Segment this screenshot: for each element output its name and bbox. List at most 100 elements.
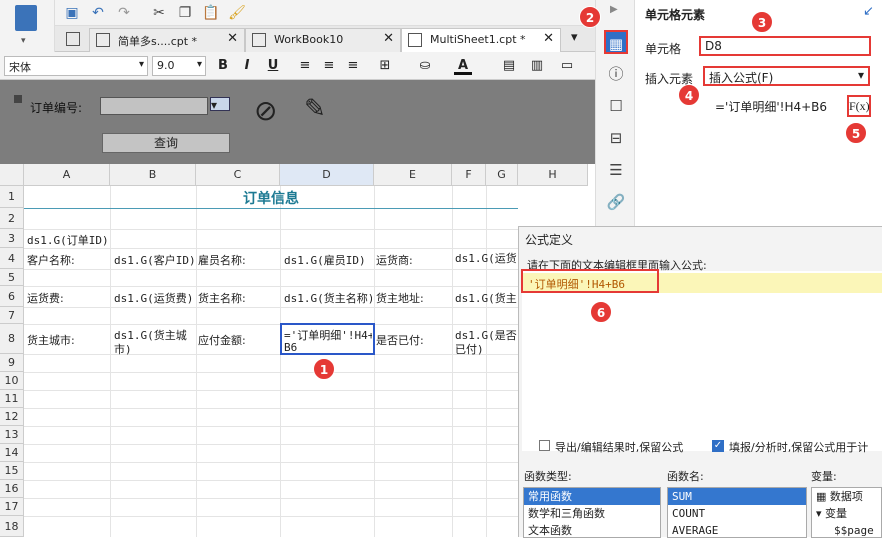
- row-header[interactable]: 7: [0, 307, 24, 324]
- row-header[interactable]: 12: [0, 408, 24, 426]
- condition-icon[interactable]: ☰: [604, 158, 628, 182]
- paste-icon[interactable]: 📋: [202, 4, 220, 22]
- fill-bucket-icon[interactable]: ⛀: [416, 57, 434, 75]
- cell-a3[interactable]: ds1.G(订单ID): [27, 232, 109, 248]
- row-header[interactable]: 13: [0, 426, 24, 444]
- row-header[interactable]: 3: [0, 229, 24, 248]
- order-number-input[interactable]: [100, 97, 208, 115]
- list-item[interactable]: AVERAGE: [668, 522, 806, 539]
- row-header[interactable]: 2: [0, 208, 24, 229]
- app-menu-icon[interactable]: [15, 5, 37, 31]
- column-header[interactable]: H: [518, 164, 588, 186]
- copy-icon[interactable]: ❐: [176, 4, 194, 22]
- row-header[interactable]: 18: [0, 516, 24, 537]
- cell-c8[interactable]: 应付金额:: [198, 332, 246, 348]
- column-header[interactable]: F: [452, 164, 486, 186]
- align-right-icon[interactable]: ≡: [344, 57, 362, 75]
- save-icon[interactable]: ▣: [63, 4, 81, 22]
- undo-icon[interactable]: ↶: [89, 4, 107, 22]
- list-item[interactable]: COUNT: [668, 505, 806, 522]
- app-menu-chevron-icon[interactable]: ▾: [21, 36, 26, 46]
- align-left-icon[interactable]: ≡: [296, 57, 314, 75]
- font-size-select[interactable]: 9.0 ▾: [152, 56, 206, 76]
- column-header[interactable]: E: [374, 164, 452, 186]
- column-header[interactable]: G: [486, 164, 518, 186]
- column-header[interactable]: B: [110, 164, 196, 186]
- row-header[interactable]: 10: [0, 372, 24, 390]
- align-center-icon[interactable]: ≡: [320, 57, 338, 75]
- merge-cells-icon[interactable]: ▤: [500, 57, 518, 75]
- wrap-icon[interactable]: ▭: [558, 57, 576, 75]
- cell-d4[interactable]: ds1.G(雇员ID): [284, 252, 372, 268]
- cell-attribute-icon[interactable]: ⓘ: [604, 62, 628, 86]
- row-header[interactable]: 6: [0, 286, 24, 307]
- italic-button[interactable]: I: [238, 57, 256, 75]
- border-style-icon[interactable]: ☐: [604, 94, 628, 118]
- formula-editor[interactable]: '订单明细'!H4+B6: [522, 271, 882, 451]
- variable-tree[interactable]: ▦ 数据项 ▾ 变量 $$page: [811, 487, 882, 538]
- cut-icon[interactable]: ✂: [150, 4, 168, 22]
- cell-b6[interactable]: ds1.G(运货费): [114, 290, 196, 306]
- tab-file-1[interactable]: 简单多s....cpt * ✕: [89, 28, 245, 52]
- cell-f8-line2[interactable]: 已付): [455, 341, 484, 357]
- tree-item-page[interactable]: $$page: [812, 522, 881, 539]
- close-icon[interactable]: ✕: [543, 31, 554, 46]
- hyperlink-icon[interactable]: 🔗: [604, 190, 628, 214]
- cell-f6[interactable]: ds1.G(货主: [455, 290, 517, 306]
- formula-field[interactable]: ='订单明细'!H4+B6: [711, 96, 846, 116]
- split-cells-icon[interactable]: ▥: [528, 57, 546, 75]
- fill-keep-formula-checkbox[interactable]: ✓: [712, 440, 724, 452]
- format-brush-icon[interactable]: 🖌: [228, 4, 246, 22]
- bold-button[interactable]: B: [214, 57, 232, 75]
- column-header[interactable]: C: [196, 164, 280, 186]
- border-icon[interactable]: ⊞: [376, 57, 394, 75]
- cell-e6[interactable]: 货主地址:: [376, 290, 424, 306]
- list-item[interactable]: 常用函数: [524, 488, 660, 505]
- row-header[interactable]: 1: [0, 186, 24, 208]
- formula-fx-button[interactable]: F(x): [847, 95, 871, 117]
- widget-icon[interactable]: ⊟: [604, 126, 628, 150]
- function-type-list[interactable]: 常用函数 数学和三角函数 文本函数: [523, 487, 661, 538]
- column-header[interactable]: A: [24, 164, 110, 186]
- tree-item-variable[interactable]: ▾ 变量: [812, 505, 881, 522]
- row-header[interactable]: 11: [0, 390, 24, 408]
- panel-collapse-icon[interactable]: ↙: [863, 4, 874, 19]
- cell-b8-line2[interactable]: 市): [114, 341, 132, 357]
- cell-b4[interactable]: ds1.G(客户ID): [114, 252, 196, 268]
- font-color-button[interactable]: A: [454, 57, 472, 75]
- cell-c6[interactable]: 货主名称:: [198, 290, 246, 306]
- list-item[interactable]: SUM: [668, 488, 806, 505]
- redo-icon[interactable]: ↷: [115, 4, 133, 22]
- insert-element-select[interactable]: 插入公式(F) ▾: [703, 66, 870, 86]
- resize-handle[interactable]: [14, 95, 22, 103]
- cell-d6[interactable]: ds1.G(货主名称): [284, 290, 372, 306]
- query-button[interactable]: 查询: [102, 133, 230, 153]
- cell-a6[interactable]: 运货费:: [27, 290, 64, 306]
- spreadsheet-grid[interactable]: A B C D E F G H 1 2 3 4 5 6 7 8 9 10 11 …: [0, 164, 588, 537]
- grid-corner[interactable]: [0, 164, 24, 186]
- list-item[interactable]: 数学和三角函数: [524, 505, 660, 522]
- underline-button[interactable]: U: [264, 57, 282, 75]
- row-header[interactable]: 15: [0, 462, 24, 480]
- close-icon[interactable]: ✕: [227, 31, 238, 46]
- selected-cell-d8[interactable]: [280, 323, 375, 355]
- row-header[interactable]: 17: [0, 498, 24, 516]
- cell-a8[interactable]: 货主城市:: [27, 332, 75, 348]
- cell-e8[interactable]: 是否已付:: [376, 332, 424, 348]
- row-header[interactable]: 8: [0, 324, 24, 354]
- cell-a4[interactable]: 客户名称:: [27, 252, 75, 268]
- function-name-list[interactable]: SUM COUNT AVERAGE: [667, 487, 807, 538]
- row-header[interactable]: 5: [0, 269, 24, 286]
- collapse-arrow-icon[interactable]: ▶: [610, 4, 618, 15]
- report-title-cell[interactable]: 订单信息: [196, 188, 346, 208]
- order-number-dropdown-icon[interactable]: ▾: [210, 97, 230, 112]
- row-header[interactable]: 4: [0, 248, 24, 269]
- cell-f4[interactable]: ds1.G(运货: [455, 250, 517, 266]
- hide-eye-icon[interactable]: ⊘: [254, 94, 277, 127]
- tab-file-2[interactable]: WorkBook10 ✕: [245, 28, 401, 52]
- cell-name-field[interactable]: D8: [699, 36, 871, 56]
- cell-element-icon[interactable]: ▦: [604, 30, 628, 54]
- row-header[interactable]: 9: [0, 354, 24, 372]
- edit-pencil-icon[interactable]: ✎: [304, 94, 326, 124]
- close-icon[interactable]: ✕: [383, 31, 394, 46]
